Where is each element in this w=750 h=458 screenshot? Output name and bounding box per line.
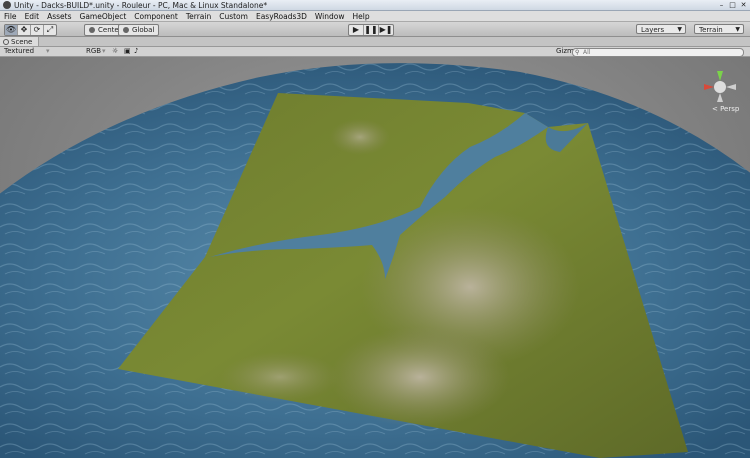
title-bar: Unity - Dacks-BUILD*.unity - Rouleur - P… <box>0 0 750 11</box>
maximize-button[interactable]: □ <box>728 1 737 9</box>
transform-tools: 👁 ✥ ⟳ ⤢ <box>4 24 57 36</box>
menu-edit[interactable]: Edit <box>21 12 44 21</box>
pause-button[interactable]: ❚❚ <box>364 25 379 35</box>
mountain-highlight <box>220 352 340 402</box>
layout-dropdown[interactable]: Terrain ▼ <box>694 24 744 34</box>
search-icon: ⚲ <box>575 49 580 56</box>
rotate-tool-button[interactable]: ⟳ <box>31 25 44 35</box>
play-button[interactable]: ▶ <box>349 25 364 35</box>
lighting-toggle-icon[interactable]: ☼ <box>112 47 118 56</box>
color-mode-chevron-icon: ▾ <box>102 47 106 55</box>
main-toolbar: 👁 ✥ ⟳ ⤢ Center Global ▶ ❚❚ ▶❚ Layers ▼ T… <box>0 22 750 37</box>
unity-logo-icon <box>3 1 11 9</box>
scene-search-input[interactable]: ⚲ All <box>572 48 744 57</box>
orientation-gizmo[interactable]: < Persp <box>702 65 739 113</box>
scale-icon: ⤢ <box>46 25 54 34</box>
globe-icon <box>123 27 129 33</box>
menu-custom[interactable]: Custom <box>215 12 252 21</box>
projection-label[interactable]: < Persp <box>712 105 739 113</box>
chevron-down-icon: ▼ <box>677 26 682 33</box>
tab-scene-label: Scene <box>11 37 33 46</box>
mountain-highlight <box>330 119 390 155</box>
menu-terrain[interactable]: Terrain <box>182 12 215 21</box>
menu-window[interactable]: Window <box>311 12 349 21</box>
space-label: Global <box>132 26 155 34</box>
menu-assets[interactable]: Assets <box>43 12 75 21</box>
tab-scene[interactable]: Scene <box>0 37 40 46</box>
pivot-icon <box>89 27 95 33</box>
menu-file[interactable]: File <box>0 12 21 21</box>
render-mode-dropdown[interactable]: Textured <box>4 47 34 56</box>
color-mode-dropdown[interactable]: RGB <box>86 47 101 56</box>
space-toggle[interactable]: Global <box>118 24 160 36</box>
play-controls: ▶ ❚❚ ▶❚ <box>348 24 394 36</box>
step-icon: ▶❚ <box>379 25 393 34</box>
scene-fx-toggle-icon[interactable]: ▣ <box>124 47 131 56</box>
step-button[interactable]: ▶❚ <box>379 25 393 35</box>
move-icon: ✥ <box>20 25 28 34</box>
terrain-viewport <box>0 57 750 458</box>
hand-icon: 👁 <box>5 25 17 34</box>
scene-options-bar: Textured ▾ RGB ▾ ☼ ▣ ♪ Gizmos ▾ ⚲ All <box>0 47 750 57</box>
move-tool-button[interactable]: ✥ <box>18 25 31 35</box>
scene-icon <box>3 38 9 45</box>
render-mode-chevron-icon: ▾ <box>46 47 50 55</box>
window-controls: – □ ✕ <box>717 0 748 10</box>
scene-view[interactable]: < Persp <box>0 57 750 458</box>
window-title: Unity - Dacks-BUILD*.unity - Rouleur - P… <box>14 0 268 10</box>
menu-component[interactable]: Component <box>130 12 182 21</box>
mountain-highlight <box>330 327 510 427</box>
play-icon: ▶ <box>352 25 360 34</box>
pause-icon: ❚❚ <box>364 25 378 34</box>
menu-bar: File Edit Assets GameObject Component Te… <box>0 11 750 22</box>
scene-tab-bar: Scene <box>0 37 750 47</box>
menu-gameobject[interactable]: GameObject <box>76 12 131 21</box>
search-placeholder: All <box>583 49 591 56</box>
menu-help[interactable]: Help <box>349 12 374 21</box>
rotate-icon: ⟳ <box>33 25 41 34</box>
chevron-down-icon: ▼ <box>735 26 740 33</box>
layout-label: Terrain <box>699 26 723 34</box>
scale-tool-button[interactable]: ⤢ <box>44 25 56 35</box>
close-button[interactable]: ✕ <box>739 1 748 9</box>
hand-tool-button[interactable]: 👁 <box>5 25 18 35</box>
menu-easyroads3d[interactable]: EasyRoads3D <box>252 12 311 21</box>
minimize-button[interactable]: – <box>717 1 726 9</box>
axis-gizmo-icon <box>704 71 736 102</box>
audio-toggle-icon[interactable]: ♪ <box>134 47 138 56</box>
layers-dropdown[interactable]: Layers ▼ <box>636 24 686 34</box>
layers-label: Layers <box>641 26 665 34</box>
